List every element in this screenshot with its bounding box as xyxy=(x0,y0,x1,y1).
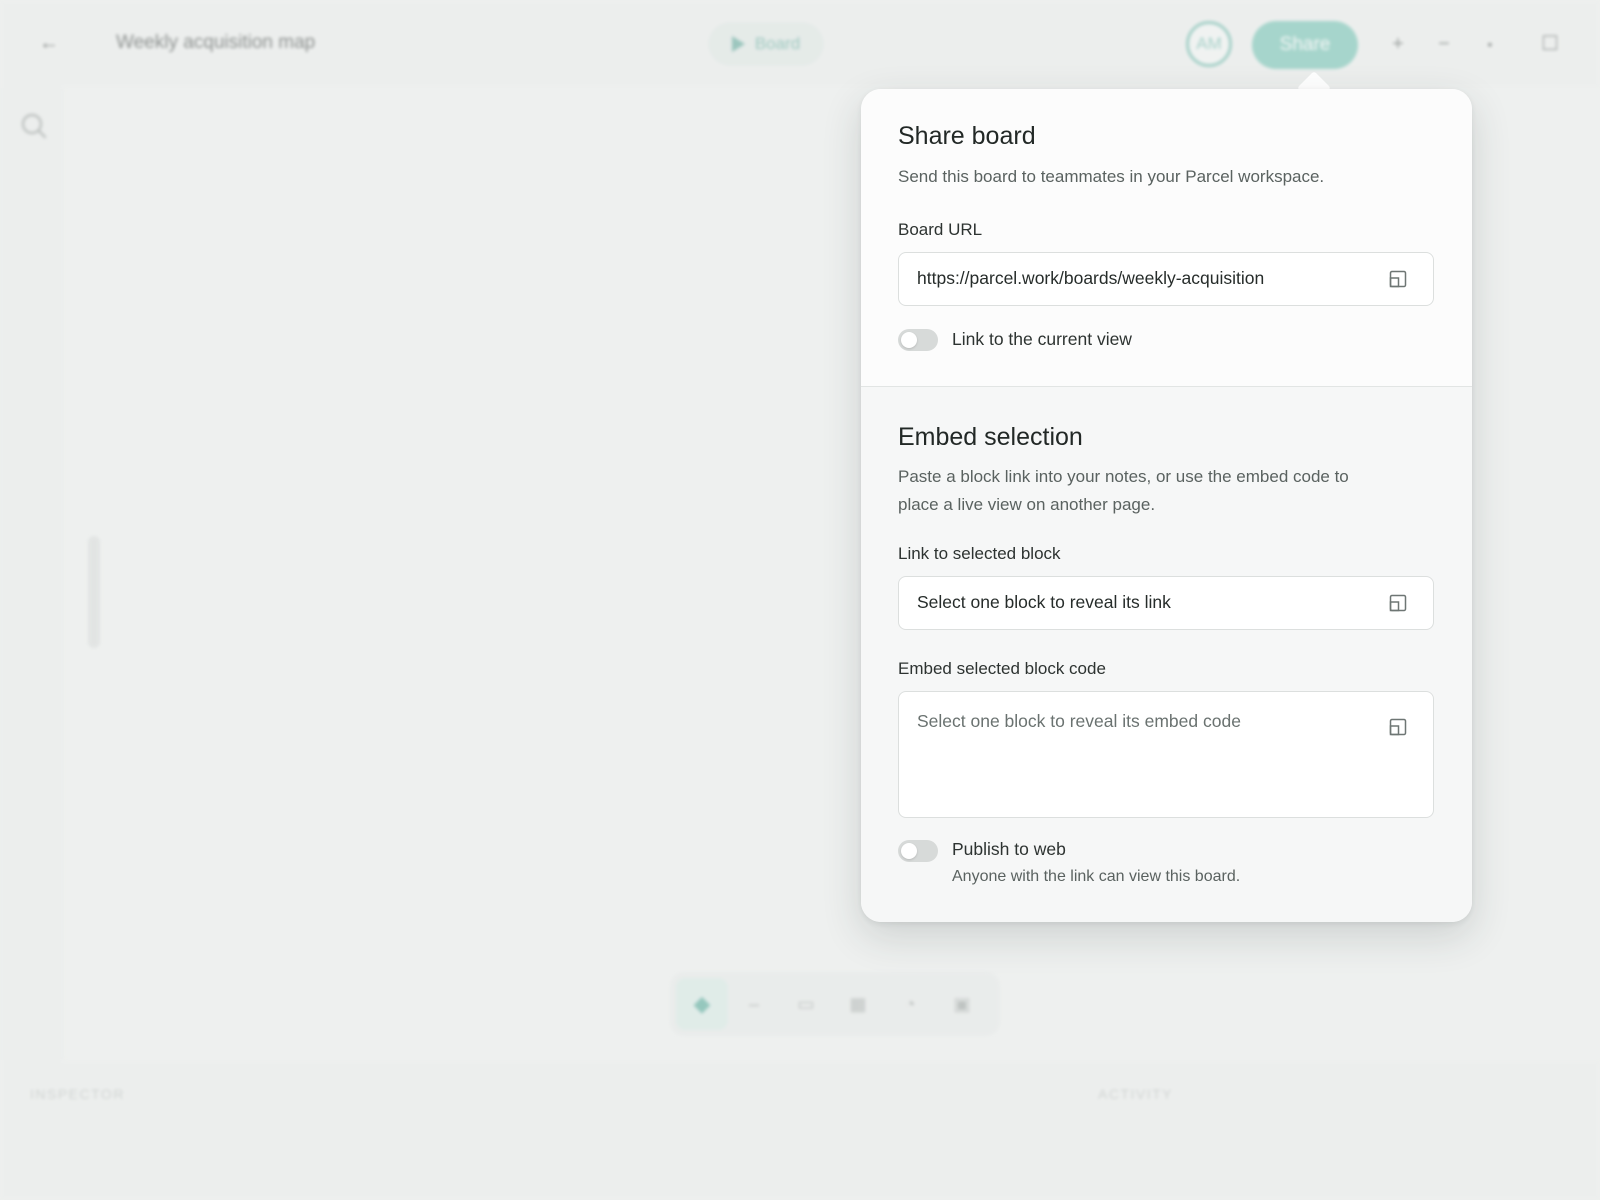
embed-title: Embed selection xyxy=(898,423,1083,451)
block-link-label: Link to selected block xyxy=(898,544,1061,563)
share-popover: Share board Send this board to teammates… xyxy=(861,89,1472,922)
left-sidebar xyxy=(0,88,64,1060)
embed-code-field[interactable]: Select one block to reveal its embed cod… xyxy=(898,691,1434,818)
inspector-label: INSPECTOR xyxy=(30,1086,125,1102)
embed-code-label: Embed selected block code xyxy=(898,659,1106,678)
block-link-placeholder: Select one block to reveal its link xyxy=(917,592,1171,612)
publish-label: Publish to web xyxy=(952,839,1066,859)
present-label: Board xyxy=(754,34,801,53)
share-button[interactable]: Share xyxy=(1252,21,1358,69)
publish-hint: Anyone with the link can view this board… xyxy=(952,868,1241,885)
embed-description-line-1: Paste a block link into your notes, or u… xyxy=(898,467,1349,486)
chart-tool[interactable]: ◔ xyxy=(884,978,936,1030)
current-view-toggle[interactable] xyxy=(898,329,938,351)
zoom-out-button[interactable]: − xyxy=(1430,28,1458,60)
play-icon xyxy=(731,36,745,52)
line-tool[interactable]: – xyxy=(728,978,780,1030)
copy-icon[interactable] xyxy=(1388,269,1408,289)
fullscreen-button[interactable]: ☐ xyxy=(1536,28,1564,60)
toggle-knob xyxy=(901,843,917,859)
embed-description-line-2: place a live view on another page. xyxy=(898,495,1156,514)
share-title: Share board xyxy=(898,122,1036,150)
canvas-scrollbar[interactable] xyxy=(88,536,100,648)
copy-icon[interactable] xyxy=(1388,717,1408,737)
share-description: Send this board to teammates in your Par… xyxy=(898,167,1325,186)
canvas-toolbar: ◆ – ▭ ▦ ◔ ▣ xyxy=(670,972,1000,1036)
fit-view-button[interactable]: ▪ xyxy=(1476,28,1504,60)
frame-tool[interactable]: ▣ xyxy=(936,978,988,1030)
copy-icon[interactable] xyxy=(1388,593,1408,613)
shape-tool[interactable]: ▭ xyxy=(780,978,832,1030)
publish-toggle[interactable] xyxy=(898,840,938,862)
table-tool[interactable]: ▦ xyxy=(832,978,884,1030)
share-section: Share board Send this board to teammates… xyxy=(861,89,1472,386)
block-link-field[interactable]: Select one block to reveal its link xyxy=(898,576,1434,630)
search-icon[interactable] xyxy=(20,112,48,140)
avatar[interactable]: AM xyxy=(1186,21,1232,67)
select-tool[interactable]: ◆ xyxy=(676,978,728,1030)
embed-code-placeholder: Select one block to reveal its embed cod… xyxy=(917,711,1241,731)
current-view-label: Link to the current view xyxy=(952,329,1132,349)
top-bar: ← Weekly acquisition map Board AM Share … xyxy=(0,0,1600,88)
board-url-value: https://parcel.work/boards/weekly-acquis… xyxy=(917,268,1265,288)
arrow-left-icon[interactable]: ← xyxy=(36,30,62,56)
board-url-label: Board URL xyxy=(898,220,983,239)
embed-section: Embed selection Paste a block link into … xyxy=(861,387,1472,922)
present-button[interactable]: Board xyxy=(708,22,824,66)
board-url-field[interactable]: https://parcel.work/boards/weekly-acquis… xyxy=(898,252,1434,306)
bottom-panels xyxy=(0,1060,1600,1200)
activity-label: ACTIVITY xyxy=(1098,1086,1174,1102)
zoom-in-button[interactable]: + xyxy=(1384,28,1412,60)
board-title[interactable]: Weekly acquisition map xyxy=(116,32,315,54)
toggle-knob xyxy=(901,332,917,348)
